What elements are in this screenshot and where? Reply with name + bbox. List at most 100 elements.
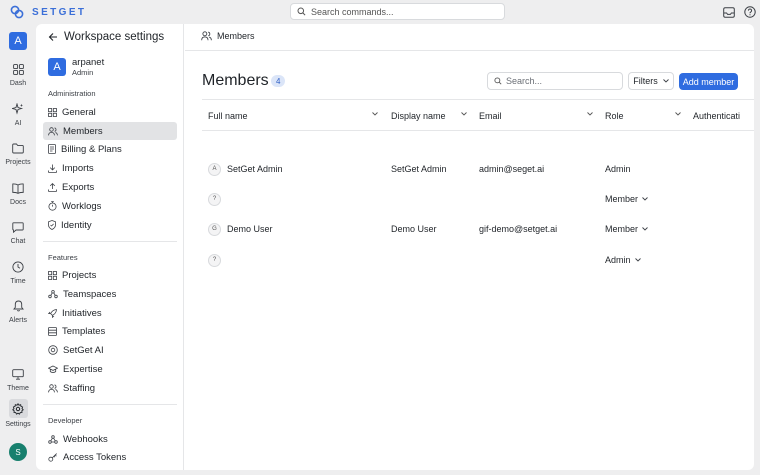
nav-item-setget-ai[interactable]: SetGet AI	[43, 341, 177, 359]
table-row[interactable]: ? Member	[202, 184, 754, 214]
rocket-icon	[48, 308, 57, 318]
chevron-down-icon	[634, 258, 641, 262]
member-avatar: G	[208, 222, 221, 236]
settings-header: Workspace settings	[48, 31, 164, 43]
column-header-authentication[interactable]: Authenticati	[693, 100, 754, 131]
settings-sidebar: Workspace settings A arpanet Admin Admin…	[36, 24, 184, 470]
column-header-email[interactable]: Email	[479, 100, 599, 131]
users-icon	[48, 383, 58, 392]
chevron-down-icon	[461, 112, 467, 116]
app-logo[interactable]: SETGET	[10, 4, 86, 20]
nav-item-templates[interactable]: Templates	[43, 322, 177, 340]
rail-item-time[interactable]: Time	[0, 259, 36, 285]
workspace-name: arpanet	[72, 57, 105, 68]
command-search-placeholder: Search commands...	[311, 6, 394, 17]
users-icon	[201, 31, 212, 41]
nav-item-expertise[interactable]: Expertise	[43, 360, 177, 378]
nav-item-identity[interactable]: Identity	[43, 216, 177, 234]
rail-label: AI	[14, 120, 22, 127]
nav-item-billing[interactable]: Billing & Plans	[43, 140, 177, 158]
rail-item-dash[interactable]: Dash	[0, 61, 36, 87]
rail-label: Alerts	[9, 317, 27, 324]
graduation-cap-icon	[48, 365, 58, 373]
nav-item-worklogs[interactable]: Worklogs	[43, 197, 177, 215]
breadcrumb-label[interactable]: Members	[217, 31, 255, 41]
add-member-button[interactable]: Add member	[679, 73, 738, 90]
rail-item-docs[interactable]: Docs	[0, 180, 36, 206]
members-content: Members Members 4 Filters Add member Ful…	[185, 24, 754, 470]
folder-icon	[10, 140, 26, 156]
nav-label: Imports	[62, 162, 94, 174]
search-icon	[494, 77, 502, 85]
back-arrow-icon[interactable]	[48, 32, 58, 42]
column-header-role[interactable]: Role	[605, 100, 687, 131]
team-icon	[48, 289, 58, 298]
chevron-down-icon	[662, 79, 669, 83]
nav-label: Staffing	[63, 382, 96, 394]
rail-item-chat[interactable]: Chat	[0, 219, 36, 245]
column-header-display-name[interactable]: Display name	[391, 100, 473, 131]
nav-label: General	[62, 106, 96, 118]
filters-label: Filters	[633, 76, 658, 86]
rail-label: Theme	[7, 385, 29, 392]
member-role-value: Member	[605, 194, 639, 204]
grid-icon	[48, 107, 57, 117]
nav-item-initiatives[interactable]: Initiatives	[43, 304, 177, 322]
nav-item-projects[interactable]: Projects	[43, 266, 177, 284]
help-icon[interactable]	[743, 5, 757, 19]
nav-item-general[interactable]: General	[43, 103, 177, 121]
rail-item-settings[interactable]: Settings	[0, 399, 36, 428]
rail-item-theme[interactable]: Theme	[0, 366, 36, 392]
member-search[interactable]	[487, 72, 623, 90]
dashboard-icon	[10, 61, 26, 77]
nav-item-imports[interactable]: Imports	[43, 159, 177, 177]
column-label: Role	[605, 110, 624, 121]
nav-label: Templates	[62, 325, 106, 337]
member-role-value: Member	[605, 224, 639, 234]
webhook-icon	[48, 434, 58, 444]
rail-label: Projects	[5, 159, 31, 166]
nav-item-staffing[interactable]: Staffing	[43, 379, 177, 397]
member-role-dropdown[interactable]: Member	[605, 184, 648, 214]
stopwatch-icon	[48, 201, 57, 211]
sparkle-icon	[10, 101, 26, 117]
column-label: Email	[479, 110, 502, 121]
table-row[interactable]: ? Admin	[202, 245, 754, 275]
grid-icon	[48, 270, 57, 280]
nav-item-access-tokens[interactable]: Access Tokens	[43, 448, 177, 466]
rail-item-ai[interactable]: AI	[0, 101, 36, 127]
user-avatar[interactable]: S	[9, 443, 27, 461]
inbox-icon[interactable]	[722, 5, 736, 19]
member-search-input[interactable]	[506, 76, 616, 86]
chevron-down-icon	[642, 227, 648, 231]
rail-item-projects[interactable]: Projects	[0, 140, 36, 166]
book-icon	[10, 180, 26, 196]
table-row[interactable]: A SetGet Admin SetGet Admin admin@seget.…	[202, 154, 754, 184]
member-full-name-text: Demo User	[227, 224, 273, 234]
table-header: Full name Display name Email Role Authen…	[202, 99, 754, 131]
member-role-dropdown[interactable]: Admin	[605, 245, 641, 275]
workspace-info: A arpanet Admin	[48, 57, 104, 77]
command-search[interactable]: Search commands...	[290, 3, 505, 20]
nav-label: Access Tokens	[63, 451, 127, 463]
workspace-switcher[interactable]: A	[9, 32, 27, 50]
rail-item-alerts[interactable]: Alerts	[0, 298, 36, 324]
nav-item-exports[interactable]: Exports	[43, 178, 177, 196]
member-role-dropdown[interactable]: Member	[605, 214, 648, 244]
workspace-avatar: A	[48, 58, 66, 76]
shield-icon	[48, 220, 56, 230]
nav-item-teamspaces[interactable]: Teamspaces	[43, 285, 177, 303]
settings-title: Workspace settings	[64, 31, 165, 43]
column-header-full-name[interactable]: Full name	[208, 100, 384, 131]
nav-item-members[interactable]: Members	[43, 122, 177, 140]
filters-button[interactable]: Filters	[628, 72, 674, 90]
member-display-name: Demo User	[391, 224, 437, 234]
nav-item-webhooks[interactable]: Webhooks	[43, 430, 177, 448]
table-row[interactable]: G Demo User Demo User gif-demo@setget.ai…	[202, 214, 754, 244]
header-divider	[185, 50, 754, 51]
member-full-name: G Demo User	[208, 214, 273, 244]
sidebar-divider	[43, 241, 177, 242]
breadcrumb: Members	[201, 31, 255, 41]
download-icon	[48, 164, 57, 173]
bell-icon	[10, 298, 26, 314]
